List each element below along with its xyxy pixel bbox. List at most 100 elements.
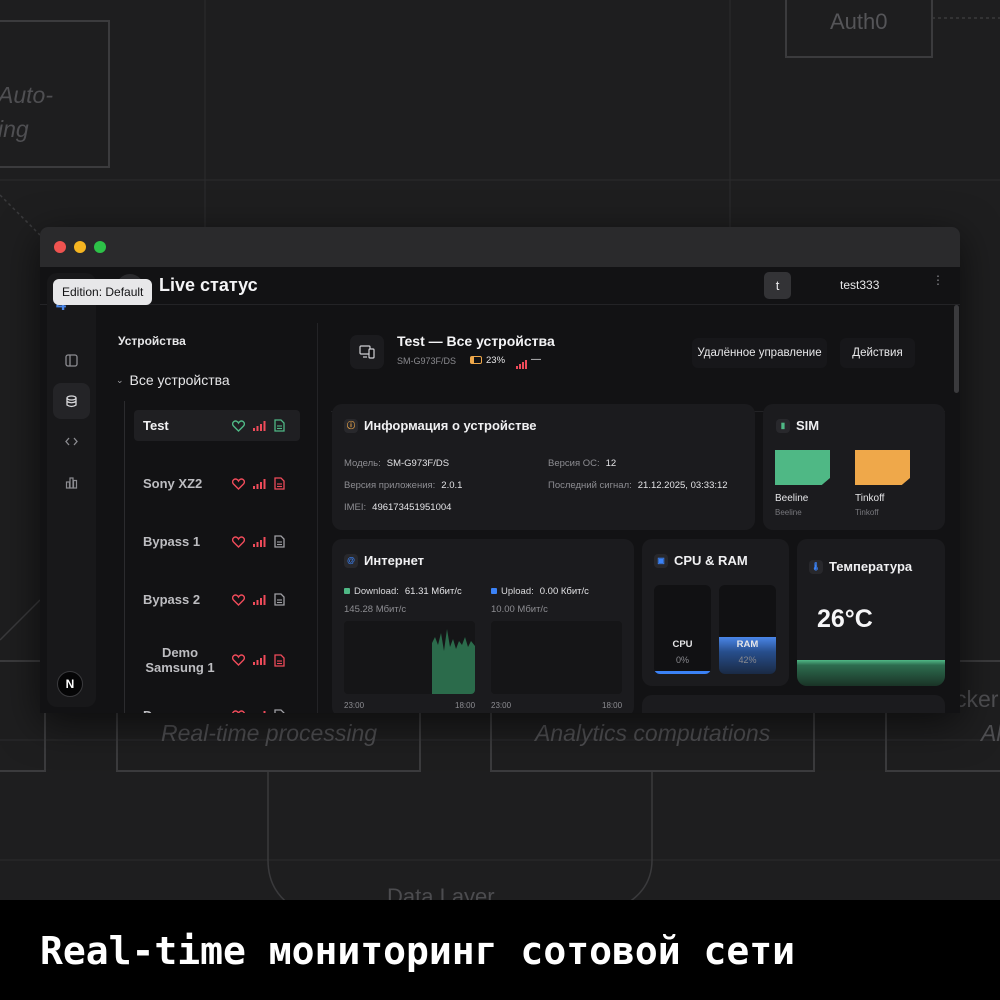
internet-title-text: Интернет [364, 553, 425, 568]
download-t-end: 18:00 [455, 701, 476, 710]
upload-chart [491, 621, 622, 694]
last-signal-value: 21.12.2025, 03:33:12 [637, 480, 728, 491]
heart-icon [232, 477, 245, 490]
temperature-value: 26°C [817, 605, 873, 633]
device-name: Bypass 2 [143, 592, 201, 607]
bg-box-auto: Auto- ing [0, 20, 110, 168]
device-list-item[interactable]: Test [134, 410, 300, 441]
bg-box-auth-text: Auth0 [830, 9, 888, 34]
signal-bars-icon [253, 420, 266, 431]
sim-1-sub: Beeline [775, 508, 802, 517]
cpu-ram-title: ▣ CPU & RAM [654, 553, 748, 568]
upload-max: 10.00 Мбит/с [491, 604, 548, 615]
ram-gauge: RAM 42% [719, 585, 776, 674]
device-name: Test [143, 418, 169, 433]
internet-title: @ Интернет [344, 553, 424, 568]
device-name: Bypass 1 [143, 534, 201, 549]
temperature-bar [797, 660, 945, 686]
bg-box-auto-text2: ing [0, 116, 29, 142]
download-row: Download: 61.31 Мбит/с [344, 586, 462, 597]
sim-signal-icon: ▮ [776, 418, 790, 433]
chevron-down-icon: ⌄ [116, 374, 124, 385]
device-info-title: ⓘ Информация о устройстве [344, 418, 537, 433]
minimize-window-button[interactable] [74, 241, 86, 253]
edition-tooltip: Edition: Default [53, 279, 153, 305]
code-icon[interactable] [53, 423, 90, 459]
scrollbar[interactable] [954, 305, 959, 393]
cpu-value: 0% [675, 655, 689, 665]
battery-value: 23% [486, 355, 506, 366]
device-list-item[interactable]: Sony XZ2 [134, 468, 300, 499]
sidebar-toggle-icon[interactable] [53, 342, 90, 378]
remote-control-button[interactable]: Удалённое управление [692, 338, 827, 368]
device-name: Demo Samsung 1 [145, 645, 215, 675]
bg-box-auto-text: Auto- [0, 82, 53, 108]
cpu-label: CPU [672, 639, 693, 650]
info-icon: ⓘ [344, 418, 358, 433]
maximize-window-button[interactable] [94, 241, 106, 253]
heart-icon [232, 709, 245, 713]
next-card [642, 695, 945, 713]
database-icon[interactable] [53, 383, 90, 419]
analytics-icon[interactable] [53, 464, 90, 500]
signal-icon [516, 356, 528, 369]
app-version-value: 2.0.1 [441, 480, 463, 491]
signal-bars-icon [263, 710, 266, 713]
device-list-item[interactable]: Demo [134, 700, 300, 713]
banner-caption: Real-time мониторинг сотовой сети [40, 929, 795, 973]
last-signal-row: Последний сигнал: 21.12.2025, 03:33:12 [548, 480, 728, 491]
device-status-icons [232, 593, 285, 606]
internet-card: @ Интернет Download: 61.31 Мбит/с 145.28 … [332, 539, 634, 713]
sim-2-sub: Tinkoff [855, 508, 879, 517]
device-status-icons [232, 709, 285, 713]
temperature-title-text: Температура [829, 559, 913, 574]
bg-box-realtime-text: Real-time processing [161, 720, 378, 746]
actions-button[interactable]: Действия [840, 338, 915, 368]
device-list-item[interactable]: Bypass 1 [134, 526, 300, 557]
upload-t-end: 18:00 [602, 701, 623, 710]
more-menu-icon[interactable]: ⋮ [932, 274, 944, 286]
device-list-item[interactable]: Demo Samsung 1 [134, 642, 300, 678]
device-group-toggle[interactable]: ⌄ Все устройства [116, 372, 230, 388]
username[interactable]: test333 [840, 278, 879, 292]
download-max: 145.28 Мбит/с [344, 604, 407, 615]
user-avatar-n[interactable]: N [57, 671, 83, 697]
devices-panel: Устройства ⌄ Все устройства Test Sony XZ2… [104, 323, 318, 713]
file-icon [274, 653, 285, 667]
device-info-title-text: Информация о устройстве [364, 418, 537, 433]
device-type-icon [350, 335, 384, 369]
user-initial-badge[interactable]: t [764, 272, 791, 299]
bg-box-right-text2: Al [981, 720, 1000, 746]
device-header-title: Test — Все устройства [397, 333, 555, 349]
signal-bars-icon [253, 536, 266, 547]
thermometer-icon: 🌡︎ [809, 559, 823, 574]
cpu-gauge: CPU 0% [654, 585, 711, 674]
app-content: Live статус t test333 ⋮ 4 N Edition: Def… [40, 267, 960, 713]
device-name: Sony XZ2 [143, 476, 203, 491]
sim-1-name: Beeline [775, 493, 809, 504]
file-icon [274, 535, 285, 548]
tree-line [124, 401, 125, 713]
device-status-icons [232, 535, 285, 548]
close-window-button[interactable] [54, 241, 66, 253]
signal-bars-icon [253, 594, 266, 605]
file-icon [274, 593, 285, 606]
upload-t-start: 23:00 [491, 701, 512, 710]
temperature-card: 🌡︎ Температура 26°C [797, 539, 945, 686]
heart-icon [232, 654, 245, 666]
signal-bars-icon [253, 478, 266, 489]
file-icon [274, 477, 285, 490]
os-value: 12 [605, 458, 617, 469]
sim-2-name: Tinkoff [855, 493, 885, 504]
imei-value: 496173451951004 [372, 502, 452, 513]
sim-chip-1[interactable] [775, 450, 830, 485]
sim-chip-2[interactable] [855, 450, 910, 485]
heart-icon [232, 419, 245, 432]
file-icon [274, 709, 285, 713]
sim-title: ▮ SIM [776, 418, 819, 433]
bg-box-analytics-text: Analytics computations [535, 720, 771, 746]
device-list-item[interactable]: Bypass 2 [134, 584, 300, 615]
imei-row: IMEI: 496173451951004 [344, 502, 452, 513]
ram-value: 42% [738, 655, 757, 665]
device-info-card: ⓘ Информация о устройстве Модель: SM-G973… [332, 404, 755, 530]
